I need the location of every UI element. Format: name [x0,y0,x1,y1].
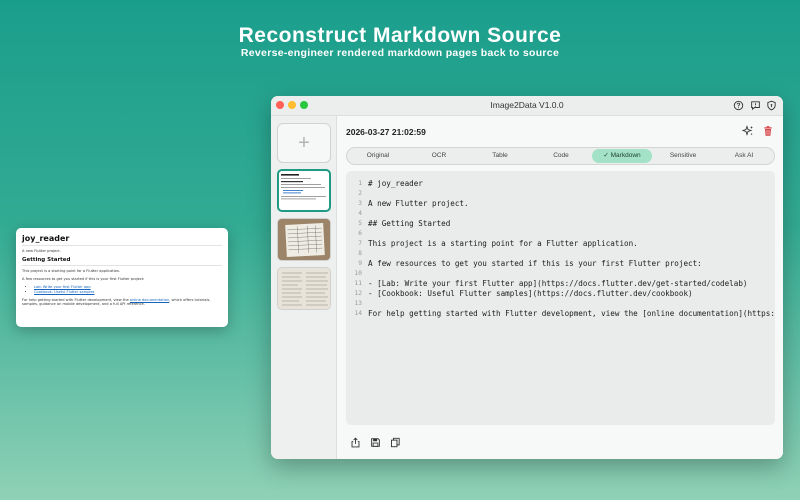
table-photo-thumbnail[interactable] [277,218,331,261]
document-photo-thumbnail[interactable] [277,267,331,310]
tab-label: Sensitive [669,152,697,159]
line-number: 9 [358,260,362,267]
title-bar: Image2Data V1.0.0 [271,96,783,116]
line-number: 14 [354,310,362,317]
line-number: 6 [358,230,362,237]
tab-ocr[interactable]: OCR [409,149,469,163]
tab-label: Original [366,152,390,159]
view-tabs: Original OCR Table Code ✓ Markdown Sensi… [346,147,775,165]
help-icon[interactable] [733,100,744,111]
code-line: ## Getting Started [368,219,451,228]
preview-heading: joy_reader [22,234,222,246]
tab-label: Markdown [610,152,641,159]
code-line: - [Lab: Write your first Flutter app](ht… [368,279,748,288]
code-line: This project is a starting point for a F… [368,239,638,248]
timestamp: 2026-03-27 21:02:59 [346,127,426,137]
image-sidebar: + [271,116,337,459]
code-line: A few resources to get you started if th… [368,259,702,268]
trash-icon[interactable] [762,125,774,137]
rendered-markdown-preview: joy_reader A new Flutter project. Gettin… [16,228,228,327]
hero-title: Reconstruct Markdown Source [238,24,562,47]
save-icon[interactable] [370,437,381,448]
add-image-button[interactable]: + [277,123,331,163]
markdown-page-thumbnail[interactable] [277,169,331,212]
preview-link[interactable]: Cookbook: Useful Flutter samples [34,290,94,294]
preview-paragraph: This project is a starting point for a F… [22,269,121,273]
window-title: Image2Data V1.0.0 [490,100,564,110]
check-icon: ✓ [603,152,609,159]
app-window: Image2Data V1.0.0 + 2026-03-27 21:02:59 … [271,96,783,459]
hero-subtitle: Reverse-engineer rendered markdown pages… [240,47,560,59]
line-number: 12 [354,290,362,297]
markdown-editor[interactable]: 1 # joy_reader 2 3 A new Flutter project… [346,171,775,425]
line-number: 13 [354,300,362,307]
share-icon[interactable] [350,437,361,448]
code-line: A new Flutter project. [368,199,469,208]
preview-link-list: Lab: Write your first Flutter app Cookbo… [22,285,222,294]
line-number: 3 [358,200,362,207]
preview-list-item: Cookbook: Useful Flutter samples [34,290,222,294]
line-number: 5 [358,220,362,227]
tab-label: Table [492,152,508,159]
tab-code[interactable]: Code [531,149,591,163]
tab-table[interactable]: Table [470,149,530,163]
line-number: 11 [354,280,362,287]
line-number: 7 [358,240,362,247]
tab-label: OCR [431,152,447,159]
sparkle-ai-icon[interactable] [742,125,754,137]
main-panel: 2026-03-27 21:02:59 Original OCR Table C… [337,116,783,459]
line-number: 2 [358,190,362,197]
preview-subheading: Getting Started [22,257,222,266]
line-number: 10 [354,270,362,277]
tab-original[interactable]: Original [348,149,408,163]
line-number: 1 [358,180,362,187]
plus-icon: + [298,132,310,154]
line-number: 4 [358,210,362,217]
code-line: For help getting started with Flutter de… [368,309,775,318]
feedback-icon[interactable] [750,100,761,111]
tab-label: Ask AI [734,152,754,159]
tab-label: Code [553,152,569,159]
tab-markdown[interactable]: ✓ Markdown [592,149,652,163]
line-number: 8 [358,250,362,257]
copy-icon[interactable] [390,437,401,448]
tab-ask-ai[interactable]: Ask AI [714,149,774,163]
privacy-shield-icon[interactable] [766,100,777,111]
preview-link[interactable]: Lab: Write your first Flutter app [34,285,91,289]
code-line: # joy_reader [368,179,423,188]
preview-list-item: Lab: Write your first Flutter app [34,285,222,289]
code-line: - [Cookbook: Useful Flutter samples](htt… [368,289,693,298]
preview-paragraph: A few resources to get you started if th… [22,277,145,281]
preview-paragraph: For help getting started with Flutter de… [22,298,222,306]
preview-intro: A new Flutter project. [22,249,61,253]
tab-sensitive[interactable]: Sensitive [653,149,713,163]
